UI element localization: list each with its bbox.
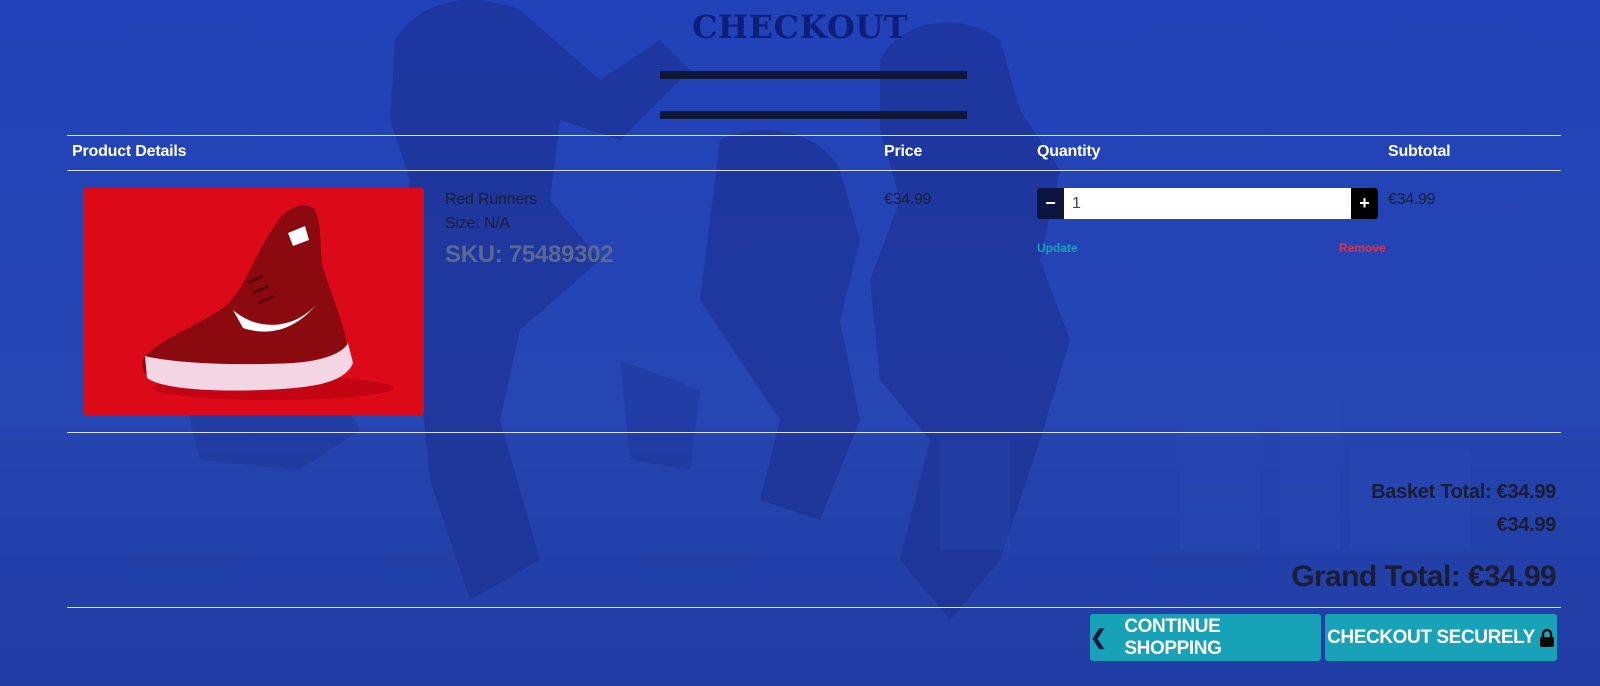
product-name[interactable]: Red Runners (445, 191, 537, 209)
red-running-shoe-image (83, 188, 424, 415)
summary-rule (67, 607, 1561, 608)
product-price: €34.99 (884, 191, 932, 208)
basket-total: Basket Total: €34.99 (1371, 481, 1556, 503)
chevron-left-icon: ❮ (1090, 627, 1107, 649)
decrement-button[interactable]: − (1037, 188, 1064, 219)
grand-total: Grand Total: €34.99 (1291, 560, 1556, 593)
page-title: CHECKOUT (691, 8, 909, 46)
product-subtotal: €34.99 (1388, 191, 1436, 208)
product-image (83, 188, 424, 415)
continue-shopping-button[interactable]: ❮ CONTINUE SHOPPING (1090, 614, 1321, 661)
header-quantity: Quantity (1037, 143, 1101, 160)
increment-button[interactable]: + (1351, 188, 1378, 219)
quantity-stepper: − + (1037, 188, 1378, 219)
product-size: Size: N/A (445, 215, 510, 232)
product-sku: SKU: 75489302 (445, 241, 614, 268)
remove-link[interactable]: Remove (1339, 241, 1386, 255)
title-divider-top (660, 71, 967, 79)
checkout-securely-label: CHECKOUT SECURELY (1327, 626, 1535, 648)
quantity-input[interactable] (1064, 188, 1351, 219)
update-link[interactable]: Update (1037, 241, 1078, 255)
header-product-details: Product Details (72, 143, 187, 160)
table-top-rule (67, 135, 1561, 136)
table-header-rule (67, 170, 1561, 171)
lock-icon (1539, 628, 1555, 648)
header-subtotal: Subtotal (1388, 143, 1451, 160)
checkout-securely-button[interactable]: CHECKOUT SECURELY (1325, 614, 1557, 661)
table-bottom-rule (67, 432, 1561, 433)
title-divider-bottom (660, 111, 967, 119)
header-price: Price (884, 143, 923, 160)
delivery-cost: €34.99 (1496, 514, 1557, 536)
continue-shopping-label: CONTINUE SHOPPING (1124, 615, 1222, 659)
